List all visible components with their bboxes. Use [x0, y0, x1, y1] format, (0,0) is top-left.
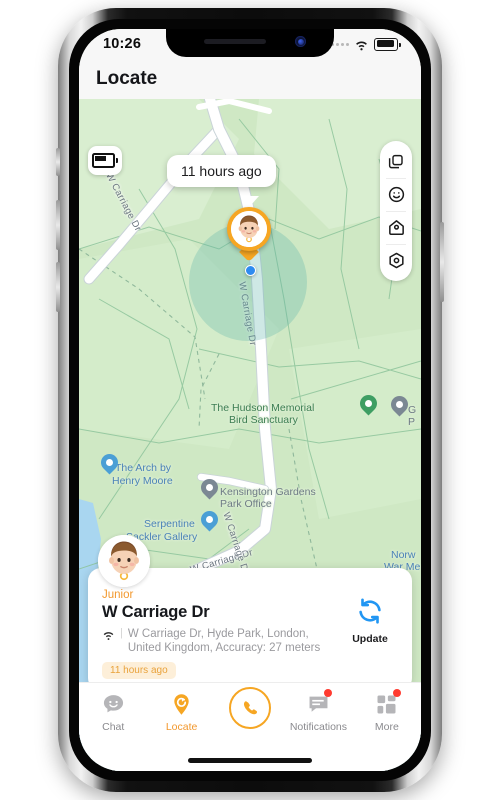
home-icon [388, 220, 404, 236]
app-header: Locate [79, 63, 421, 99]
status-time: 10:26 [103, 36, 142, 52]
address-separator: | [120, 627, 123, 639]
locate-pin-icon [169, 691, 195, 717]
refresh-icon [359, 598, 381, 624]
earpiece-speaker [204, 39, 266, 44]
smiley-icon-button[interactable] [380, 178, 412, 211]
avatar[interactable] [98, 535, 150, 587]
home-indicator[interactable] [188, 758, 312, 763]
location-info-card[interactable]: Junior W Carriage Dr | W Carriage Dr, Hy… [88, 535, 412, 691]
tab-label: More [374, 721, 399, 733]
current-location-dot [245, 265, 256, 276]
geofence-icon-button[interactable] [380, 244, 412, 277]
time-badge: 11 hours ago [102, 662, 176, 679]
map-controls-stack[interactable] [380, 141, 412, 281]
map-battery-button[interactable] [88, 146, 122, 175]
wifi-icon [356, 41, 368, 50]
tab-label: Notifications [289, 721, 348, 733]
power-button[interactable] [440, 222, 444, 302]
layers-icon [388, 154, 403, 168]
signal-dots-icon [331, 43, 350, 46]
tab-chat[interactable]: Chat [79, 691, 147, 733]
battery-icon [374, 38, 401, 51]
tab-label: Chat [102, 721, 125, 733]
address-text: W Carriage Dr, Hyde Park, London, United… [127, 628, 321, 654]
avatar [231, 211, 267, 247]
update-button[interactable]: Update [342, 596, 398, 645]
hexagon-target-icon [388, 252, 404, 269]
grid-more-icon [374, 689, 401, 717]
home-icon-button[interactable] [380, 211, 412, 244]
phone-call-icon [229, 687, 272, 729]
map-pin-icon [174, 693, 189, 715]
tab-label: Locate [165, 721, 198, 733]
front-camera [295, 36, 306, 47]
notification-message-icon [305, 689, 333, 717]
tab-notifications[interactable]: Notifications [284, 689, 352, 733]
child-avatar-icon [231, 211, 267, 247]
mute-switch[interactable] [56, 148, 60, 176]
update-label: Update [352, 633, 388, 645]
chat-smiley-icon [100, 691, 126, 717]
battery-icon [91, 153, 115, 168]
child-avatar-icon [98, 535, 150, 587]
page-title: Locate [96, 68, 158, 89]
chat-bubble-icon [103, 694, 123, 712]
volume-down-button[interactable] [56, 262, 60, 312]
more-badge [392, 689, 401, 697]
tab-locate[interactable]: Locate [147, 691, 215, 733]
tab-more[interactable]: More [353, 689, 421, 733]
volume-up-button[interactable] [56, 200, 60, 250]
tooltip-arrow [243, 196, 259, 205]
tab-call-button[interactable] [216, 687, 284, 733]
smiley-icon [388, 186, 404, 203]
status-indicators [331, 38, 401, 51]
marker-tooltip: 11 hours ago [167, 155, 276, 187]
layers-icon-button[interactable] [380, 145, 412, 178]
phone-notch [166, 29, 334, 57]
wifi-icon [103, 632, 114, 641]
phone-screen: The Hudson Memorial Bird Sanctuary The A… [79, 29, 421, 771]
notification-badge [324, 689, 333, 697]
phone-handset-icon [243, 700, 257, 714]
